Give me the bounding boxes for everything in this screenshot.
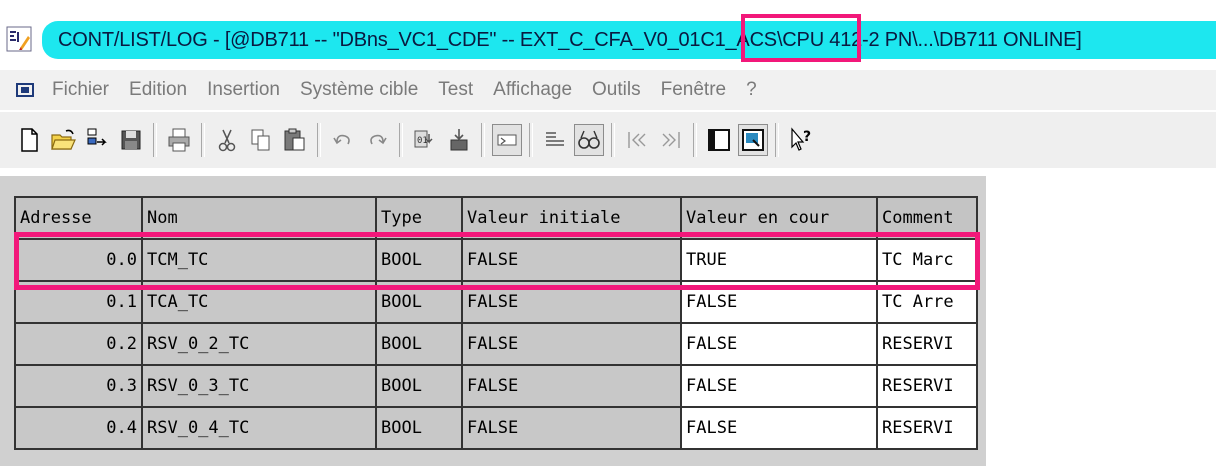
cell-name[interactable]: TCA_TC bbox=[141, 280, 377, 324]
svg-text:?: ? bbox=[803, 129, 811, 145]
empty-area bbox=[986, 176, 1216, 466]
table-row[interactable]: 0.0 TCM_TC BOOL FALSE TRUE TC Marc bbox=[14, 238, 978, 282]
menu-fenetre[interactable]: Fenêtre bbox=[651, 79, 736, 101]
monitor-icon[interactable] bbox=[574, 124, 604, 156]
cell-name[interactable]: TCM_TC bbox=[141, 238, 377, 282]
cell-type[interactable]: BOOL bbox=[375, 322, 463, 366]
download-icon[interactable]: 01 bbox=[410, 124, 440, 156]
cell-initial-value[interactable]: FALSE bbox=[461, 238, 682, 282]
toolbar-separator bbox=[481, 123, 485, 157]
overview-icon[interactable] bbox=[704, 124, 734, 156]
toolbar-separator bbox=[399, 123, 403, 157]
menu-help[interactable]: ? bbox=[736, 79, 767, 101]
table-row[interactable]: 0.3 RSV_0_3_TC BOOL FALSE FALSE RESERVI bbox=[14, 364, 978, 408]
cell-name[interactable]: RSV_0_2_TC bbox=[141, 322, 377, 366]
column-header-valeur-initiale[interactable]: Valeur initiale bbox=[461, 196, 682, 240]
toolbar-separator bbox=[201, 123, 205, 157]
cell-initial-value[interactable]: FALSE bbox=[461, 280, 682, 324]
cell-address[interactable]: 0.1 bbox=[14, 280, 143, 324]
cell-initial-value[interactable]: FALSE bbox=[461, 322, 682, 366]
cell-comment[interactable]: TC Marc bbox=[876, 238, 978, 282]
cell-current-value[interactable]: TRUE bbox=[680, 238, 878, 282]
cell-current-value[interactable]: FALSE bbox=[680, 406, 878, 450]
new-icon[interactable] bbox=[14, 124, 44, 156]
menu-edition[interactable]: Edition bbox=[119, 79, 197, 101]
cell-address[interactable]: 0.2 bbox=[14, 322, 143, 366]
cell-initial-value[interactable]: FALSE bbox=[461, 364, 682, 408]
column-header-nom[interactable]: Nom bbox=[141, 196, 377, 240]
toolbar-separator bbox=[529, 123, 533, 157]
table-row[interactable]: 0.4 RSV_0_4_TC BOOL FALSE FALSE RESERVI bbox=[14, 406, 978, 450]
application-icon bbox=[6, 26, 32, 52]
data-block-table: Adresse Nom Type Valeur initiale Valeur … bbox=[14, 196, 978, 450]
cell-type[interactable]: BOOL bbox=[375, 406, 463, 450]
cell-name[interactable]: RSV_0_4_TC bbox=[141, 406, 377, 450]
next-icon[interactable] bbox=[656, 124, 686, 156]
column-header-adresse[interactable]: Adresse bbox=[14, 196, 143, 240]
declaration-view-icon[interactable] bbox=[492, 124, 522, 156]
column-header-type[interactable]: Type bbox=[375, 196, 463, 240]
cell-comment[interactable]: RESERVI bbox=[876, 364, 978, 408]
column-header-valeur-en-cours[interactable]: Valeur en cour bbox=[680, 196, 878, 240]
cell-current-value[interactable]: FALSE bbox=[680, 322, 878, 366]
column-header-commentaire[interactable]: Comment bbox=[876, 196, 978, 240]
copy-icon[interactable] bbox=[246, 124, 276, 156]
details-icon[interactable] bbox=[738, 124, 768, 156]
redo-icon[interactable] bbox=[362, 124, 392, 156]
menu-outils[interactable]: Outils bbox=[582, 79, 651, 101]
cell-type[interactable]: BOOL bbox=[375, 364, 463, 408]
menu-fichier[interactable]: Fichier bbox=[42, 79, 119, 101]
data-view-icon[interactable] bbox=[540, 124, 570, 156]
undo-icon[interactable] bbox=[328, 124, 358, 156]
cell-comment[interactable]: TC Arre bbox=[876, 280, 978, 324]
cell-comment[interactable]: RESERVI bbox=[876, 406, 978, 450]
toolbar: 01 ? bbox=[0, 112, 1216, 168]
table-row[interactable]: 0.2 RSV_0_2_TC BOOL FALSE FALSE RESERVI bbox=[14, 322, 978, 366]
cell-current-value[interactable]: FALSE bbox=[680, 280, 878, 324]
open-icon[interactable] bbox=[48, 124, 78, 156]
title-bar[interactable]: CONT/LIST/LOG - [@DB711 -- "DBns_VC1_CDE… bbox=[0, 0, 1216, 64]
cell-address[interactable]: 0.0 bbox=[14, 238, 143, 282]
upload-icon[interactable] bbox=[444, 124, 474, 156]
paste-icon[interactable] bbox=[280, 124, 310, 156]
help-icon[interactable]: ? bbox=[786, 124, 816, 156]
accessible-nodes-icon[interactable] bbox=[82, 124, 112, 156]
cell-initial-value[interactable]: FALSE bbox=[461, 406, 682, 450]
cell-address[interactable]: 0.4 bbox=[14, 406, 143, 450]
toolbar-separator bbox=[153, 123, 157, 157]
save-icon[interactable] bbox=[116, 124, 146, 156]
svg-text:01: 01 bbox=[417, 136, 428, 146]
print-icon[interactable] bbox=[164, 124, 194, 156]
menu-bar: Fichier Edition Insertion Système cible … bbox=[0, 70, 1216, 110]
cell-address[interactable]: 0.3 bbox=[14, 364, 143, 408]
toolbar-separator bbox=[775, 123, 779, 157]
menu-affichage[interactable]: Affichage bbox=[483, 79, 582, 101]
menu-systeme-cible[interactable]: Système cible bbox=[290, 79, 428, 101]
cell-name[interactable]: RSV_0_3_TC bbox=[141, 364, 377, 408]
toolbar-separator bbox=[693, 123, 697, 157]
toolbar-separator bbox=[611, 123, 615, 157]
previous-icon[interactable] bbox=[622, 124, 652, 156]
menu-test[interactable]: Test bbox=[428, 79, 483, 101]
menu-insertion[interactable]: Insertion bbox=[197, 79, 290, 101]
document-window-icon[interactable] bbox=[16, 83, 34, 97]
toolbar-separator bbox=[317, 123, 321, 157]
table-header-row: Adresse Nom Type Valeur initiale Valeur … bbox=[14, 196, 978, 240]
cut-icon[interactable] bbox=[212, 124, 242, 156]
cell-comment[interactable]: RESERVI bbox=[876, 322, 978, 366]
table-row[interactable]: 0.1 TCA_TC BOOL FALSE FALSE TC Arre bbox=[14, 280, 978, 324]
cell-type[interactable]: BOOL bbox=[375, 280, 463, 324]
cell-current-value[interactable]: FALSE bbox=[680, 364, 878, 408]
window-title: CONT/LIST/LOG - [@DB711 -- "DBns_VC1_CDE… bbox=[58, 29, 1082, 51]
cell-type[interactable]: BOOL bbox=[375, 238, 463, 282]
